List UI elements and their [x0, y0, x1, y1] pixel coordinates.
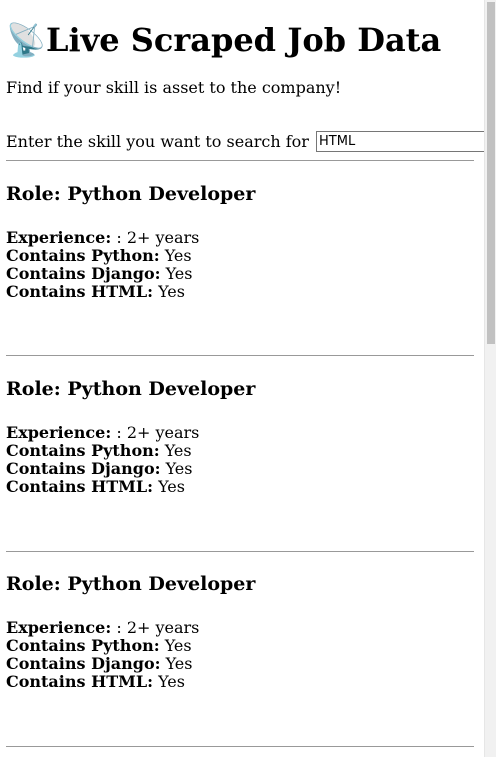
contains-django-row: Contains Django: Yes: [6, 655, 199, 673]
contains-django-value: Yes: [160, 459, 193, 478]
page-title-text: Live Scraped Job Data: [46, 21, 442, 59]
contains-html-value: Yes: [152, 282, 185, 301]
contains-python-label: Contains Python:: [6, 441, 160, 460]
experience-label: Experience:: [6, 618, 112, 637]
contains-html-value: Yes: [152, 477, 185, 496]
skill-search-label: Enter the skill you want to search for: [6, 132, 309, 151]
contains-html-label: Contains HTML:: [6, 477, 153, 496]
divider: [6, 160, 474, 161]
vertical-scrollbar[interactable]: [484, 0, 496, 757]
experience-value: : 2+ years: [111, 228, 200, 247]
job-role: Role: Python Developer: [6, 183, 256, 205]
job-card: Role: Python Developer Experience: : 2+ …: [6, 182, 476, 301]
contains-html-value: Yes: [152, 672, 185, 691]
experience-row: Experience: : 2+ years: [6, 229, 199, 247]
skill-search-row: Enter the skill you want to search for: [6, 131, 484, 153]
job-details: Experience: : 2+ years Contains Python: …: [6, 229, 199, 301]
job-role: Role: Python Developer: [6, 378, 256, 400]
experience-value: : 2+ years: [111, 423, 200, 442]
experience-row: Experience: : 2+ years: [6, 619, 199, 637]
experience-label: Experience:: [6, 423, 112, 442]
contains-python-row: Contains Python: Yes: [6, 247, 199, 265]
divider: [6, 551, 474, 552]
contains-html-row: Contains HTML: Yes: [6, 283, 199, 301]
contains-python-row: Contains Python: Yes: [6, 442, 199, 460]
job-details: Experience: : 2+ years Contains Python: …: [6, 619, 199, 691]
divider: [6, 746, 474, 747]
contains-python-value: Yes: [159, 246, 192, 265]
contains-html-label: Contains HTML:: [6, 282, 153, 301]
page-title: 📡Live Scraped Job Data: [6, 18, 441, 62]
contains-python-label: Contains Python:: [6, 246, 160, 265]
contains-html-label: Contains HTML:: [6, 672, 153, 691]
contains-django-value: Yes: [160, 264, 193, 283]
contains-django-row: Contains Django: Yes: [6, 460, 199, 478]
skill-search-input[interactable]: [316, 131, 484, 152]
satellite-antenna-icon: 📡: [6, 21, 46, 59]
divider: [6, 355, 474, 356]
contains-html-row: Contains HTML: Yes: [6, 673, 199, 691]
contains-django-label: Contains Django:: [6, 459, 161, 478]
contains-django-label: Contains Django:: [6, 654, 161, 673]
contains-django-row: Contains Django: Yes: [6, 265, 199, 283]
contains-django-value: Yes: [160, 654, 193, 673]
contains-python-row: Contains Python: Yes: [6, 637, 199, 655]
experience-value: : 2+ years: [111, 618, 200, 637]
experience-label: Experience:: [6, 228, 112, 247]
job-details: Experience: : 2+ years Contains Python: …: [6, 424, 199, 496]
page-content: 📡Live Scraped Job Data Find if your skil…: [0, 0, 484, 757]
contains-python-value: Yes: [159, 441, 192, 460]
page-subtitle: Find if your skill is asset to the compa…: [6, 78, 342, 97]
contains-python-label: Contains Python:: [6, 636, 160, 655]
scrollbar-thumb[interactable]: [487, 2, 495, 344]
job-card: Role: Python Developer Experience: : 2+ …: [6, 377, 476, 496]
contains-python-value: Yes: [159, 636, 192, 655]
experience-row: Experience: : 2+ years: [6, 424, 199, 442]
contains-django-label: Contains Django:: [6, 264, 161, 283]
job-role: Role: Python Developer: [6, 573, 256, 595]
job-card: Role: Python Developer Experience: : 2+ …: [6, 572, 476, 691]
contains-html-row: Contains HTML: Yes: [6, 478, 199, 496]
